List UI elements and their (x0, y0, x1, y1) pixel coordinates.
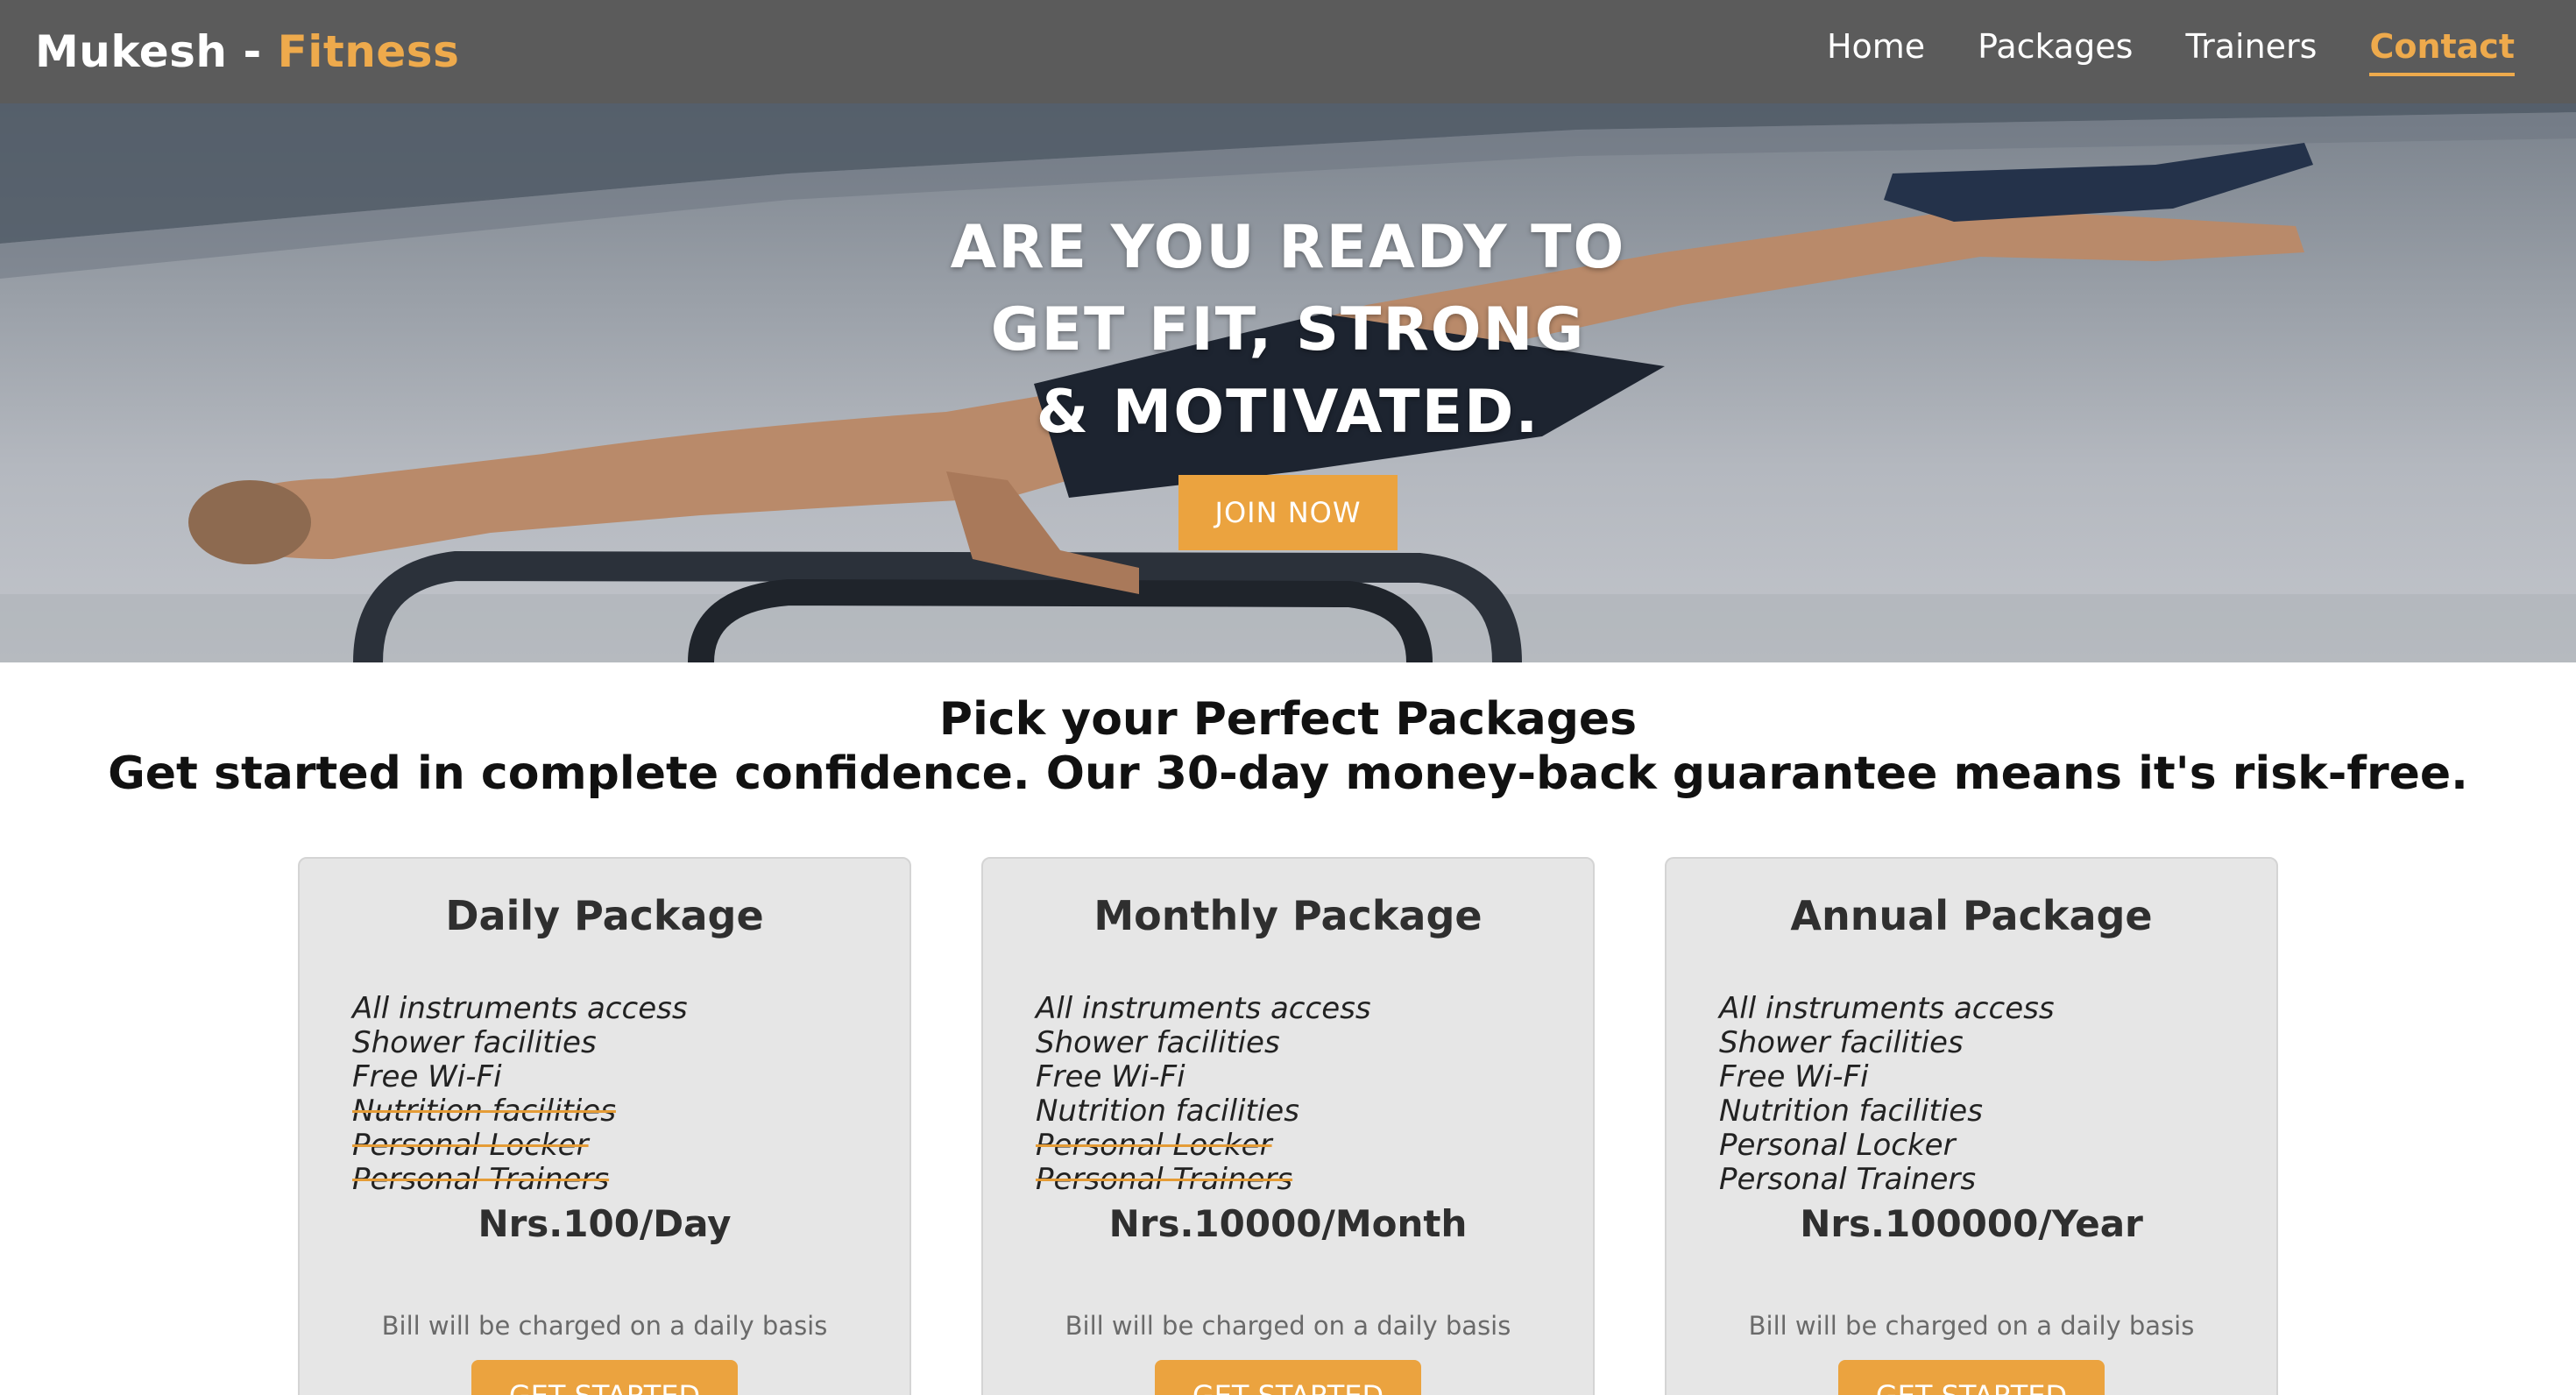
feature-item: All instruments access (1036, 991, 1371, 1026)
feature-item: All instruments access (1719, 991, 2055, 1026)
join-now-button[interactable]: JOIN NOW (1178, 475, 1398, 550)
feature-list: All instruments access Shower facilities… (352, 992, 688, 1197)
feature-item: All instruments access (352, 991, 688, 1026)
package-card-monthly: Monthly Package All instruments access S… (981, 857, 1595, 1395)
navbar: Mukesh - Fitness Home Packages Trainers … (0, 0, 2576, 103)
package-title: Monthly Package (1093, 892, 1483, 939)
nav-link-packages[interactable]: Packages (1978, 27, 2133, 76)
get-started-button[interactable]: GET STARTED (1838, 1360, 2105, 1395)
feature-list: All instruments access Shower facilities… (1719, 992, 2055, 1197)
hero-headline: ARE YOU READY TO GET FIT, STRONG & MOTIV… (0, 207, 2576, 454)
hero-line-3: & MOTIVATED. (1036, 378, 1540, 447)
feature-item: Shower facilities (352, 1025, 597, 1060)
package-price: Nrs.100/Day (478, 1202, 732, 1245)
page: Mukesh - Fitness Home Packages Trainers … (0, 0, 2576, 1395)
feature-item-excluded: Personal Locker (1036, 1128, 1272, 1163)
feature-item-excluded: Personal Trainers (1036, 1162, 1293, 1197)
package-title: Annual Package (1790, 892, 2153, 939)
brand-accent: Fitness (277, 26, 460, 77)
feature-item: Personal Trainers (1719, 1162, 1977, 1197)
packages-title: Pick your Perfect Packages (938, 693, 1638, 746)
main-nav: Home Packages Trainers Contact (1827, 27, 2515, 76)
brand-logo[interactable]: Mukesh - Fitness (35, 26, 459, 77)
feature-item: Free Wi-Fi (352, 1059, 502, 1094)
billing-note: Bill will be charged on a daily basis (1065, 1311, 1511, 1341)
packages-header: Pick your Perfect Packages Get started i… (0, 692, 2576, 801)
hero-line-1: ARE YOU READY TO (950, 213, 1626, 282)
hero-banner: ARE YOU READY TO GET FIT, STRONG & MOTIV… (0, 103, 2576, 662)
package-price: Nrs.10000/Month (1108, 1202, 1468, 1245)
feature-list: All instruments access Shower facilities… (1036, 992, 1371, 1197)
package-card-annual: Annual Package All instruments access Sh… (1665, 857, 2278, 1395)
nav-link-trainers[interactable]: Trainers (2185, 27, 2317, 76)
packages-subtitle: Get started in complete confidence. Our … (108, 747, 2468, 800)
feature-item: Shower facilities (1719, 1025, 1964, 1060)
feature-item: Shower facilities (1036, 1025, 1280, 1060)
feature-item-excluded: Personal Locker (352, 1128, 589, 1163)
feature-item-excluded: Personal Trainers (352, 1162, 610, 1197)
nav-link-home[interactable]: Home (1827, 27, 1925, 76)
brand-name: Mukesh (35, 26, 228, 77)
feature-item: Free Wi-Fi (1036, 1059, 1185, 1094)
hero-line-2: GET FIT, STRONG (990, 295, 1586, 365)
package-price: Nrs.100000/Year (1800, 1202, 2143, 1245)
billing-note: Bill will be charged on a daily basis (1748, 1311, 2195, 1341)
feature-item: Personal Locker (1719, 1128, 1956, 1163)
nav-link-contact[interactable]: Contact (2369, 27, 2515, 76)
billing-note: Bill will be charged on a daily basis (381, 1311, 828, 1341)
feature-item: Nutrition facilities (1036, 1094, 1299, 1129)
package-title: Daily Package (445, 892, 764, 939)
brand-separator: - (227, 26, 278, 77)
get-started-button[interactable]: GET STARTED (471, 1360, 738, 1395)
feature-item-excluded: Nutrition facilities (352, 1094, 616, 1129)
feature-item: Nutrition facilities (1719, 1094, 1983, 1129)
package-card-daily: Daily Package All instruments access Sho… (298, 857, 911, 1395)
get-started-button[interactable]: GET STARTED (1155, 1360, 1421, 1395)
feature-item: Free Wi-Fi (1719, 1059, 1869, 1094)
